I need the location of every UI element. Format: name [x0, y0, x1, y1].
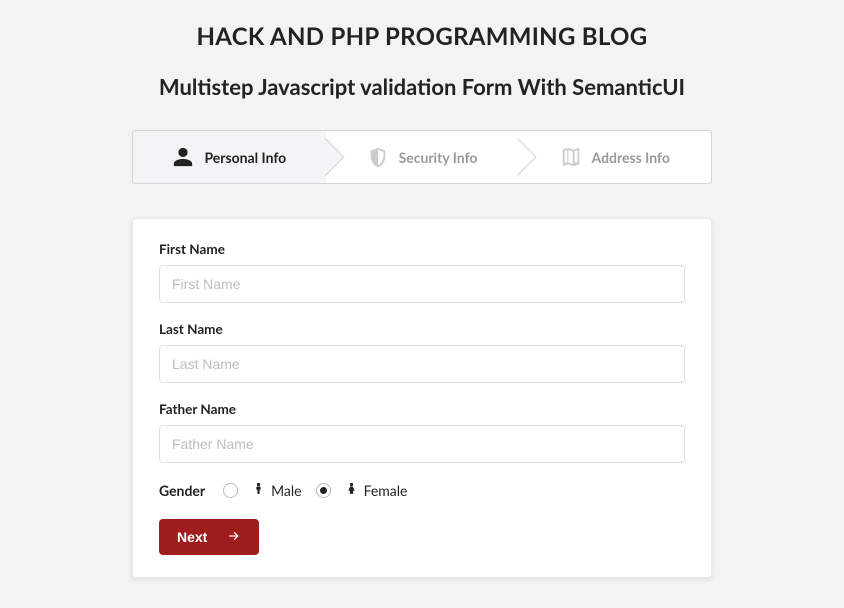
step-address-info[interactable]: Address Info — [518, 131, 711, 183]
first-name-input[interactable] — [159, 265, 685, 303]
female-icon — [345, 481, 358, 499]
map-icon — [560, 146, 582, 168]
last-name-label: Last Name — [159, 321, 685, 337]
gender-female-label: Female — [364, 482, 408, 499]
male-icon — [252, 481, 265, 499]
user-icon — [172, 146, 194, 168]
father-name-input[interactable] — [159, 425, 685, 463]
step-bar: Personal Info Security Info Address Info — [132, 130, 712, 184]
last-name-input[interactable] — [159, 345, 685, 383]
page-subtitle: Multistep Javascript validation Form Wit… — [132, 73, 712, 100]
form-card: First Name Last Name Father Name Gender … — [132, 218, 712, 578]
gender-row: Gender Male Female — [159, 481, 685, 499]
gender-female-option: Female — [345, 481, 408, 499]
next-button-label: Next — [177, 529, 207, 545]
father-name-label: Father Name — [159, 401, 685, 417]
step-personal-info[interactable]: Personal Info — [133, 131, 326, 183]
gender-female-radio[interactable] — [316, 483, 331, 498]
gender-male-radio[interactable] — [223, 483, 238, 498]
gender-male-option: Male — [252, 481, 301, 499]
first-name-label: First Name — [159, 241, 685, 257]
step-security-info[interactable]: Security Info — [326, 131, 519, 183]
step-label: Personal Info — [204, 149, 286, 166]
gender-male-label: Male — [271, 482, 301, 499]
step-label: Address Info — [592, 149, 670, 166]
arrow-right-icon — [227, 529, 241, 546]
next-button[interactable]: Next — [159, 519, 259, 555]
shield-icon — [367, 146, 389, 168]
gender-label: Gender — [159, 482, 205, 499]
step-label: Security Info — [399, 149, 478, 166]
page-title: HACK AND PHP PROGRAMMING BLOG — [132, 22, 712, 51]
